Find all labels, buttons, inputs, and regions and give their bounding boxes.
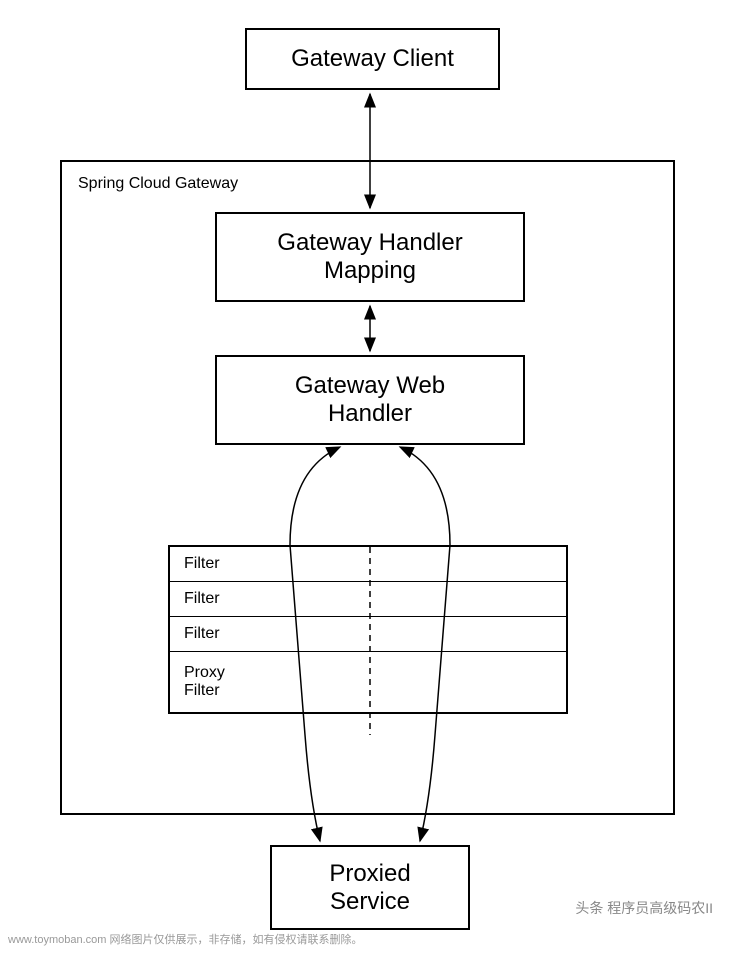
proxied-line1: Proxied <box>329 860 410 888</box>
gateway-client-box: Gateway Client <box>245 28 500 90</box>
diagram-container: Gateway Client Spring Cloud Gateway Gate… <box>0 0 733 953</box>
web-handler-line1: Gateway Web <box>295 372 445 400</box>
handler-mapping-line2: Mapping <box>324 257 416 285</box>
filter-row-1: Filter <box>170 547 566 582</box>
filter-row-proxy: Proxy Filter <box>170 652 566 712</box>
web-handler-line2: Handler <box>328 400 412 428</box>
watermark-bottom: www.toymoban.com 网络图片仅供展示，非存储，如有侵权请联系删除。 <box>8 931 362 947</box>
filter-table: Filter Filter Filter Proxy Filter <box>168 545 568 714</box>
proxied-service-box: Proxied Service <box>270 845 470 930</box>
gateway-handler-mapping-box: Gateway Handler Mapping <box>215 212 525 302</box>
proxied-line2: Service <box>330 888 410 916</box>
container-label: Spring Cloud Gateway <box>78 175 238 193</box>
filter-row-3: Filter <box>170 617 566 652</box>
gateway-web-handler-box: Gateway Web Handler <box>215 355 525 445</box>
proxy-line1: Proxy <box>184 664 552 682</box>
gateway-client-label: Gateway Client <box>291 45 454 73</box>
watermark-right: 头条 程序员高级码农II <box>575 898 713 918</box>
proxy-line2: Filter <box>184 682 552 700</box>
handler-mapping-line1: Gateway Handler <box>277 229 462 257</box>
filter-row-2: Filter <box>170 582 566 617</box>
